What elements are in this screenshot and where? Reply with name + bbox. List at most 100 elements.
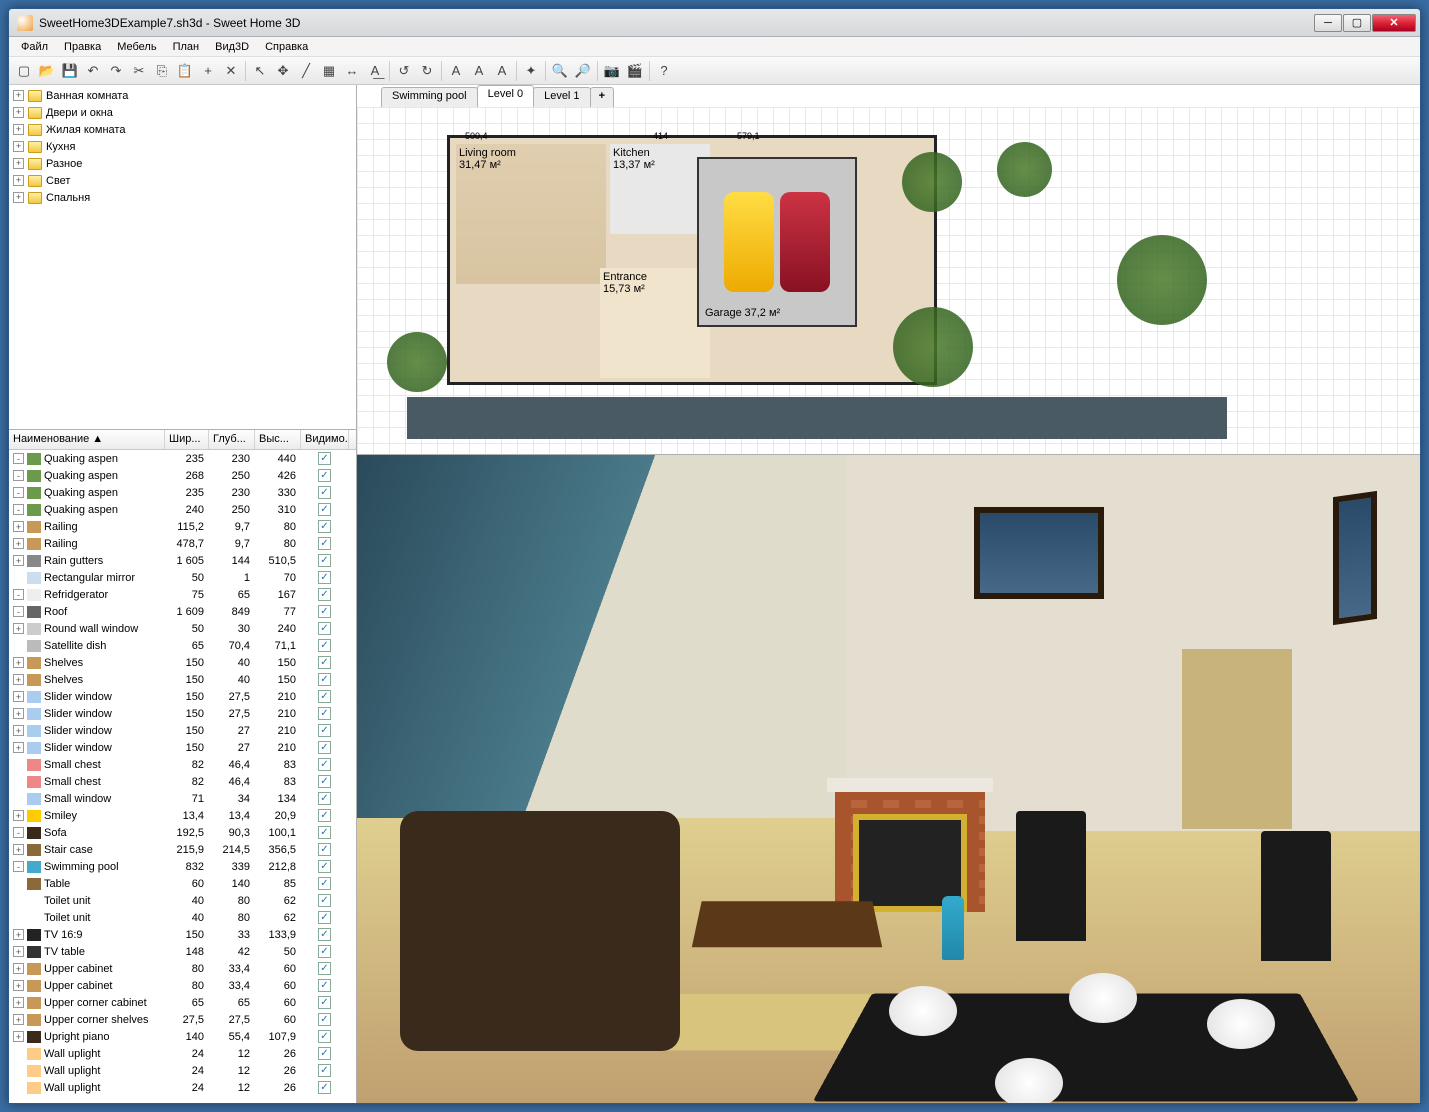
furniture-row[interactable]: +Slider window15027210✓ bbox=[9, 722, 356, 739]
expand-icon[interactable]: + bbox=[13, 158, 24, 169]
bush-icon[interactable] bbox=[902, 152, 962, 212]
furniture-row[interactable]: -Refridgerator7565167✓ bbox=[9, 586, 356, 603]
expand-icon[interactable]: + bbox=[13, 963, 24, 974]
visible-checkbox[interactable]: ✓ bbox=[318, 758, 331, 771]
furniture-row[interactable]: +Stair case215,9214,5356,5✓ bbox=[9, 841, 356, 858]
furniture-row[interactable]: -Roof1 60984977✓ bbox=[9, 603, 356, 620]
furniture-row[interactable]: +Round wall window5030240✓ bbox=[9, 620, 356, 637]
furniture-row[interactable]: +TV 16:915033133,9✓ bbox=[9, 926, 356, 943]
furniture-row[interactable]: Satellite dish6570,471,1✓ bbox=[9, 637, 356, 654]
tree-item[interactable]: +Двери и окна bbox=[11, 104, 354, 121]
expand-icon[interactable]: + bbox=[13, 946, 24, 957]
tree-item[interactable]: +Разное bbox=[11, 155, 354, 172]
3d-view[interactable] bbox=[357, 455, 1420, 1103]
plan-room-kitchen[interactable]: Kitchen 13,37 м² bbox=[610, 144, 710, 234]
expand-icon[interactable]: + bbox=[13, 844, 24, 855]
expand-icon[interactable]: + bbox=[13, 90, 24, 101]
menu-правка[interactable]: Правка bbox=[56, 39, 109, 55]
tree-item[interactable]: +Спальня bbox=[11, 189, 354, 206]
close-button[interactable]: ✕ bbox=[1372, 14, 1416, 32]
level-tab[interactable]: Level 1 bbox=[533, 87, 590, 107]
minimize-button[interactable]: ─ bbox=[1314, 14, 1342, 32]
furniture-row[interactable]: Rectangular mirror50170✓ bbox=[9, 569, 356, 586]
menu-мебель[interactable]: Мебель bbox=[109, 39, 164, 55]
textc-button[interactable]: A bbox=[491, 60, 513, 82]
column-header[interactable]: Выс... bbox=[255, 430, 301, 449]
furniture-row[interactable]: +Upper corner shelves27,527,560✓ bbox=[9, 1011, 356, 1028]
zoomin-button[interactable]: 🔎 bbox=[572, 60, 594, 82]
visible-checkbox[interactable]: ✓ bbox=[318, 724, 331, 737]
visible-checkbox[interactable]: ✓ bbox=[318, 605, 331, 618]
room-button[interactable]: ▦ bbox=[318, 60, 340, 82]
paste-button[interactable]: 📋 bbox=[174, 60, 196, 82]
furniture-row[interactable]: Toilet unit408062✓ bbox=[9, 892, 356, 909]
visible-checkbox[interactable]: ✓ bbox=[318, 792, 331, 805]
furniture-row[interactable]: Small window7134134✓ bbox=[9, 790, 356, 807]
expand-icon[interactable]: - bbox=[13, 470, 24, 481]
furniture-row[interactable]: -Quaking aspen235230330✓ bbox=[9, 484, 356, 501]
plan-room-garage[interactable]: Garage 37,2 м² bbox=[697, 157, 857, 327]
bush-icon[interactable] bbox=[387, 332, 447, 392]
expand-icon[interactable]: + bbox=[13, 107, 24, 118]
dim-button[interactable]: ↔ bbox=[341, 60, 363, 82]
expand-icon[interactable]: - bbox=[13, 487, 24, 498]
new-button[interactable]: ▢ bbox=[13, 60, 35, 82]
visible-checkbox[interactable]: ✓ bbox=[318, 690, 331, 703]
furniture-row[interactable]: -Quaking aspen240250310✓ bbox=[9, 501, 356, 518]
furniture-row[interactable]: +Rain gutters1 605144510,5✓ bbox=[9, 552, 356, 569]
expand-icon[interactable]: + bbox=[13, 555, 24, 566]
furniture-row[interactable]: +Upright piano14055,4107,9✓ bbox=[9, 1028, 356, 1045]
menu-справка[interactable]: Справка bbox=[257, 39, 316, 55]
visible-checkbox[interactable]: ✓ bbox=[318, 520, 331, 533]
redo-button[interactable]: ↷ bbox=[105, 60, 127, 82]
copy-button[interactable]: ⎘ bbox=[151, 60, 173, 82]
expand-icon[interactable]: + bbox=[13, 708, 24, 719]
furniture-row[interactable]: -Quaking aspen268250426✓ bbox=[9, 467, 356, 484]
expand-icon[interactable]: + bbox=[13, 691, 24, 702]
furniture-row[interactable]: +Shelves15040150✓ bbox=[9, 654, 356, 671]
visible-checkbox[interactable]: ✓ bbox=[318, 673, 331, 686]
help-button[interactable]: ? bbox=[653, 60, 675, 82]
pan-button[interactable]: ✥ bbox=[272, 60, 294, 82]
visible-checkbox[interactable]: ✓ bbox=[318, 1030, 331, 1043]
expand-icon[interactable]: + bbox=[13, 175, 24, 186]
visible-checkbox[interactable]: ✓ bbox=[318, 1081, 331, 1094]
save-button[interactable]: 💾 bbox=[59, 60, 81, 82]
visible-checkbox[interactable]: ✓ bbox=[318, 775, 331, 788]
tree-item[interactable]: +Свет bbox=[11, 172, 354, 189]
visible-checkbox[interactable]: ✓ bbox=[318, 809, 331, 822]
furniture-table[interactable]: -Quaking aspen235230440✓-Quaking aspen26… bbox=[9, 450, 356, 1103]
expand-icon[interactable]: - bbox=[13, 861, 24, 872]
plan-room-entrance[interactable]: Entrance 15,73 м² bbox=[600, 268, 710, 378]
tree-item[interactable]: +Кухня bbox=[11, 138, 354, 155]
expand-icon[interactable]: + bbox=[13, 538, 24, 549]
expand-icon[interactable]: + bbox=[13, 141, 24, 152]
level-tab[interactable]: Swimming pool bbox=[381, 87, 478, 107]
expand-icon[interactable]: + bbox=[13, 810, 24, 821]
visible-checkbox[interactable]: ✓ bbox=[318, 554, 331, 567]
furniture-row[interactable]: Wall uplight241226✓ bbox=[9, 1079, 356, 1096]
furniture-row[interactable]: +Slider window15027210✓ bbox=[9, 739, 356, 756]
furniture-row[interactable]: +TV table1484250✓ bbox=[9, 943, 356, 960]
delete-button[interactable]: ✕ bbox=[220, 60, 242, 82]
plan-canvas[interactable]: Living room 31,47 м² Kitchen 13,37 м² En… bbox=[357, 107, 1420, 454]
texta-button[interactable]: A bbox=[445, 60, 467, 82]
furniture-row[interactable]: +Upper cabinet8033,460✓ bbox=[9, 960, 356, 977]
visible-checkbox[interactable]: ✓ bbox=[318, 826, 331, 839]
furniture-row[interactable]: +Shelves15040150✓ bbox=[9, 671, 356, 688]
expand-icon[interactable]: + bbox=[13, 1031, 24, 1042]
open-button[interactable]: 📂 bbox=[36, 60, 58, 82]
maximize-button[interactable]: ▢ bbox=[1343, 14, 1371, 32]
textb-button[interactable]: A bbox=[468, 60, 490, 82]
visible-checkbox[interactable]: ✓ bbox=[318, 639, 331, 652]
visible-checkbox[interactable]: ✓ bbox=[318, 622, 331, 635]
bush-icon[interactable] bbox=[893, 307, 973, 387]
visible-checkbox[interactable]: ✓ bbox=[318, 503, 331, 516]
visible-checkbox[interactable]: ✓ bbox=[318, 1047, 331, 1060]
catalog-tree[interactable]: +Ванная комната+Двери и окна+Жилая комна… bbox=[9, 85, 356, 430]
expand-icon[interactable]: + bbox=[13, 929, 24, 940]
expand-icon[interactable]: + bbox=[13, 742, 24, 753]
menu-план[interactable]: План bbox=[165, 39, 208, 55]
select-button[interactable]: ↖ bbox=[249, 60, 271, 82]
furniture-row[interactable]: Table6014085✓ bbox=[9, 875, 356, 892]
